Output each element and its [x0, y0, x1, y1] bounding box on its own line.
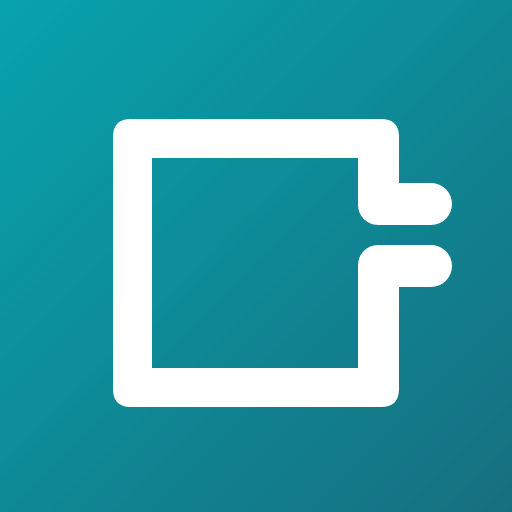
- app-icon-canvas: [0, 0, 512, 512]
- app-icon: [0, 0, 512, 512]
